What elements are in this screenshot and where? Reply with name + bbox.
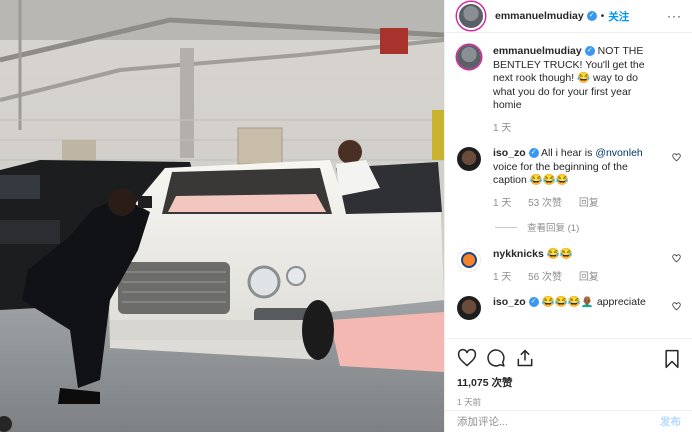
action-icons [457,345,681,371]
comment-heart-icon[interactable] [672,254,681,263]
comment-meta: 1 天 56 次赞 回复 [493,271,658,285]
bentley-garage-photo [0,0,444,432]
comment-icon[interactable] [486,348,506,368]
verified-icon: ✓ [528,148,539,159]
comment-username[interactable]: iso_zo [493,296,526,308]
comment-username[interactable]: iso_zo [493,147,526,159]
comment-body: nykknicks 😂😂 1 天 56 次赞 回复 [493,248,658,284]
reply-button[interactable]: 回复 [579,198,599,209]
posted-time: 1 天前 [457,397,482,407]
reply-button[interactable]: 回复 [579,272,599,283]
comment-heart-icon[interactable] [672,302,681,311]
caption-time: 1 天 [493,122,512,134]
comment-item: nykknicks 😂😂 1 天 56 次赞 回复 [457,248,681,284]
comments-list[interactable]: emmanuelmudiay ✓ NOT THE BENTLEY TRUCK! Y… [445,33,692,338]
comment-likes[interactable]: 56 次赞 [528,272,562,283]
verified-icon: ✓ [584,46,595,57]
share-icon[interactable] [515,348,535,368]
comment-meta: 1 天 53 次赞 回复 [493,197,658,211]
post-header: emmanuelmudiay ✓ • 关注 ··· [445,0,692,33]
caption-body: emmanuelmudiay ✓ NOT THE BENTLEY TRUCK! Y… [493,45,658,135]
bookmark-icon[interactable] [663,349,681,369]
comment-avatar[interactable] [457,248,481,272]
comment-time: 1 天 [493,197,512,209]
view-replies-button[interactable]: 查看回复 (1) [495,220,681,234]
caption-username[interactable]: emmanuelmudiay [493,45,582,57]
post-comment-button[interactable]: 发布 [660,414,681,429]
comment-likes[interactable]: 53 次赞 [528,198,562,209]
comment-mention-link[interactable]: @nvonleh [595,147,642,159]
caption-avatar[interactable] [457,45,481,69]
verified-icon: ✓ [528,297,539,308]
post-viewer: emmanuelmudiay ✓ • 关注 ··· emmanuelmudiay… [0,0,692,432]
post-side-panel: emmanuelmudiay ✓ • 关注 ··· emmanuelmudiay… [444,0,692,432]
comment-username[interactable]: nykknicks [493,248,544,260]
comment-text-pre: All i hear is [541,147,596,159]
comment-item: iso_zo ✓ 😂😂😂👨🏾‍🦲 appreciate [457,296,681,320]
more-options-icon[interactable]: ··· [667,9,682,23]
author-avatar[interactable] [457,2,485,30]
comment-body: iso_zo ✓ All i hear is @nvonleh voice for… [493,147,658,210]
verified-icon: ✓ [586,11,597,21]
post-actions: 11,075 次赞 1 天前 [445,338,692,408]
caption: emmanuelmudiay ✓ NOT THE BENTLEY TRUCK! Y… [457,45,681,135]
comment-text: 😂😂😂👨🏾‍🦲 appreciate [541,296,646,308]
comment-text: 😂😂 [546,248,573,260]
post-photo[interactable] [0,0,444,432]
comment-avatar[interactable] [457,296,481,320]
separator-dot: • [600,10,605,22]
knicks-logo-icon [461,252,477,268]
heart-icon[interactable] [457,348,477,368]
follow-button[interactable]: 关注 [608,9,629,24]
author-username[interactable]: emmanuelmudiay [495,10,584,22]
comment-time: 1 天 [493,271,512,283]
replies-divider [495,226,517,228]
likes-count[interactable]: 11,075 次赞 [457,375,681,390]
comment-heart-icon[interactable] [672,153,681,162]
comment-input[interactable]: 添加评论... [457,414,660,429]
caption-meta: 1 天 [493,122,658,136]
comment-avatar[interactable] [457,147,481,171]
comment-text-post: voice for the beginning of the caption 😂… [493,160,628,187]
comment-body: iso_zo ✓ 😂😂😂👨🏾‍🦲 appreciate [493,296,658,320]
view-replies-label: 查看回复 (1) [527,223,580,234]
comment-item: iso_zo ✓ All i hear is @nvonleh voice for… [457,147,681,210]
add-comment-bar: 添加评论... 发布 [445,410,692,432]
